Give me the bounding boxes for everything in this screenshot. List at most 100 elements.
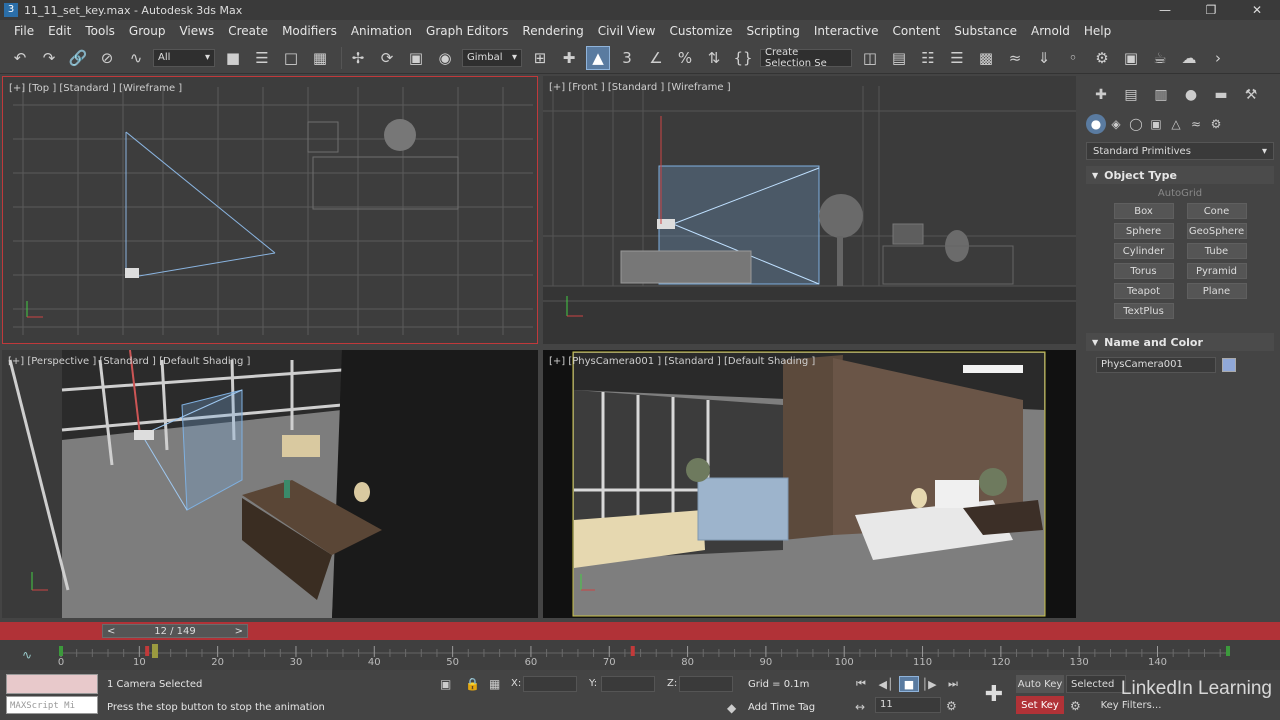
schematic-view-icon[interactable]: ⇓ [1032, 46, 1056, 70]
cylinder-button[interactable]: Cylinder [1113, 243, 1174, 259]
animation-key[interactable] [630, 646, 635, 656]
undo-icon[interactable]: ↶ [8, 46, 32, 70]
menu-create[interactable]: Create [221, 24, 275, 38]
menu-rendering[interactable]: Rendering [515, 24, 590, 38]
sphere-button[interactable]: Sphere [1113, 223, 1174, 239]
display-tab-icon[interactable]: ▬ [1206, 84, 1236, 106]
snaps-toggle-icon[interactable]: 3 [615, 46, 639, 70]
systems-icon[interactable]: ⚙ [1206, 114, 1226, 134]
toolbar-more-icon[interactable]: › [1206, 46, 1230, 70]
menu-edit[interactable]: Edit [41, 24, 78, 38]
align-icon[interactable]: ▤ [887, 46, 911, 70]
camera-object-top[interactable] [125, 268, 139, 278]
menu-modifiers[interactable]: Modifiers [275, 24, 344, 38]
autogrid-checkbox[interactable]: AutoGrid [1086, 188, 1274, 199]
set-key-plus-icon[interactable]: ✚ [980, 678, 1008, 710]
selection-lock-icon[interactable]: 🔒 [465, 677, 480, 691]
animation-key[interactable] [1226, 646, 1230, 656]
maxscript-output[interactable] [6, 674, 98, 694]
selection-filter-dropdown[interactable]: All ▾ [153, 48, 215, 67]
angle-snap-icon[interactable]: ∠ [644, 46, 668, 70]
name-color-header[interactable]: ▼ Name and Color [1086, 333, 1274, 351]
animation-key[interactable] [145, 646, 150, 656]
previous-frame-icon[interactable]: ◀│ [876, 676, 896, 692]
viewport-perspective[interactable]: [+] [Perspective ] [Standard ] [Default … [2, 350, 538, 618]
menu-views[interactable]: Views [172, 24, 221, 38]
percent-snap-icon[interactable]: % [673, 46, 697, 70]
toggle-scene-explorer-icon[interactable]: ☷ [916, 46, 940, 70]
track-bar[interactable]: ∿ 0 10 20 30 40 50 60 70 80 90 100 110 120 130 140 [0, 640, 1280, 670]
rendered-frame-window-icon[interactable]: ▣ [1119, 46, 1143, 70]
tube-button[interactable]: Tube [1186, 243, 1247, 259]
time-config-icon[interactable]: ⚙ [946, 699, 957, 713]
y-coordinate-field[interactable] [601, 676, 655, 692]
rectangular-selection-icon[interactable]: □ [279, 46, 303, 70]
minimize-button[interactable]: — [1142, 0, 1188, 20]
menu-civil-view[interactable]: Civil View [591, 24, 663, 38]
move-icon[interactable]: ✢ [346, 46, 370, 70]
bind-space-warp-icon[interactable]: ∿ [124, 46, 148, 70]
viewport-label-perspective[interactable]: [+] [Perspective ] [Standard ] [Default … [8, 356, 250, 367]
viewport-front[interactable]: [+] [Front ] [Standard ] [Wireframe ] [543, 76, 1076, 344]
rotate-icon[interactable]: ⟳ [375, 46, 399, 70]
menu-help[interactable]: Help [1077, 24, 1118, 38]
torus-button[interactable]: Torus [1113, 263, 1174, 279]
next-frame-icon[interactable]: │▶ [919, 676, 939, 692]
edit-named-selection-icon[interactable]: {} [731, 46, 755, 70]
textplus-button[interactable]: TextPlus [1113, 303, 1174, 319]
select-object-icon[interactable]: ■ [221, 46, 245, 70]
menu-group[interactable]: Group [122, 24, 173, 38]
object-color-swatch[interactable] [1222, 358, 1236, 372]
isolate-selection-icon[interactable]: ▣ [440, 677, 451, 691]
current-frame-marker[interactable] [151, 644, 158, 658]
time-slider-thumb[interactable]: < 12 / 149 > [102, 624, 248, 638]
cone-button[interactable]: Cone [1186, 203, 1247, 219]
key-mode-toggle-icon[interactable]: ↔ [855, 700, 865, 714]
z-coordinate-field[interactable] [679, 676, 733, 692]
menu-interactive[interactable]: Interactive [807, 24, 886, 38]
render-in-cloud-icon[interactable]: ☁ [1177, 46, 1201, 70]
viewport-camera[interactable]: [+] [PhysCamera001 ] [Standard ] [Defaul… [543, 350, 1076, 618]
object-name-field[interactable]: PhysCamera001 [1096, 357, 1216, 373]
place-icon[interactable]: ◉ [433, 46, 457, 70]
set-key-button[interactable]: Set Key [1016, 696, 1064, 714]
camera-object-perspective[interactable] [134, 430, 154, 440]
select-manipulate-icon[interactable]: ✚ [557, 46, 581, 70]
toggle-ribbon-icon[interactable]: ▩ [974, 46, 998, 70]
time-tag-icon[interactable]: ◆ [727, 701, 736, 715]
select-by-name-icon[interactable]: ☰ [250, 46, 274, 70]
menu-customize[interactable]: Customize [662, 24, 739, 38]
named-selection-sets-dropdown[interactable]: Create Selection Se [760, 47, 852, 69]
menu-tools[interactable]: Tools [78, 24, 122, 38]
create-tab-plus-icon[interactable]: ✚ [1086, 84, 1116, 106]
x-coordinate-field[interactable] [523, 676, 577, 692]
filter-icon[interactable]: ⚙ [1070, 699, 1081, 713]
modify-tab-icon[interactable]: ▤ [1116, 84, 1146, 106]
window-crossing-icon[interactable]: ▦ [308, 46, 332, 70]
geometry-icon[interactable]: ● [1086, 114, 1106, 134]
add-time-tag[interactable]: Add Time Tag [748, 702, 815, 713]
menu-animation[interactable]: Animation [344, 24, 419, 38]
auto-key-button[interactable]: Auto Key [1016, 675, 1064, 693]
teapot-button[interactable]: Teapot [1113, 283, 1174, 299]
toggle-layer-explorer-icon[interactable]: ☰ [945, 46, 969, 70]
helpers-icon[interactable]: △ [1166, 114, 1186, 134]
curve-editor-icon[interactable]: ≈ [1003, 46, 1027, 70]
go-to-end-icon[interactable]: ⏭ [943, 676, 963, 692]
link-icon[interactable]: 🔗 [66, 46, 90, 70]
redo-icon[interactable]: ↷ [37, 46, 61, 70]
animation-key[interactable] [59, 646, 63, 656]
space-warps-icon[interactable]: ≈ [1186, 114, 1206, 134]
spinner-snap-icon[interactable]: ⇅ [702, 46, 726, 70]
menu-arnold[interactable]: Arnold [1024, 24, 1077, 38]
restore-button[interactable]: ❐ [1188, 0, 1234, 20]
menu-scripting[interactable]: Scripting [739, 24, 806, 38]
key-mode-dropdown[interactable]: Selected [1066, 675, 1126, 693]
viewport-top[interactable]: [+] [Top ] [Standard ] [Wireframe ] [2, 76, 538, 344]
scale-icon[interactable]: ▣ [404, 46, 428, 70]
next-frame-icon[interactable]: > [235, 626, 243, 637]
prev-frame-icon[interactable]: < [107, 626, 115, 637]
keyboard-shortcut-override-icon[interactable]: ▲ [586, 45, 610, 70]
render-setup-icon[interactable]: ⚙ [1090, 46, 1114, 70]
menu-content[interactable]: Content [886, 24, 948, 38]
